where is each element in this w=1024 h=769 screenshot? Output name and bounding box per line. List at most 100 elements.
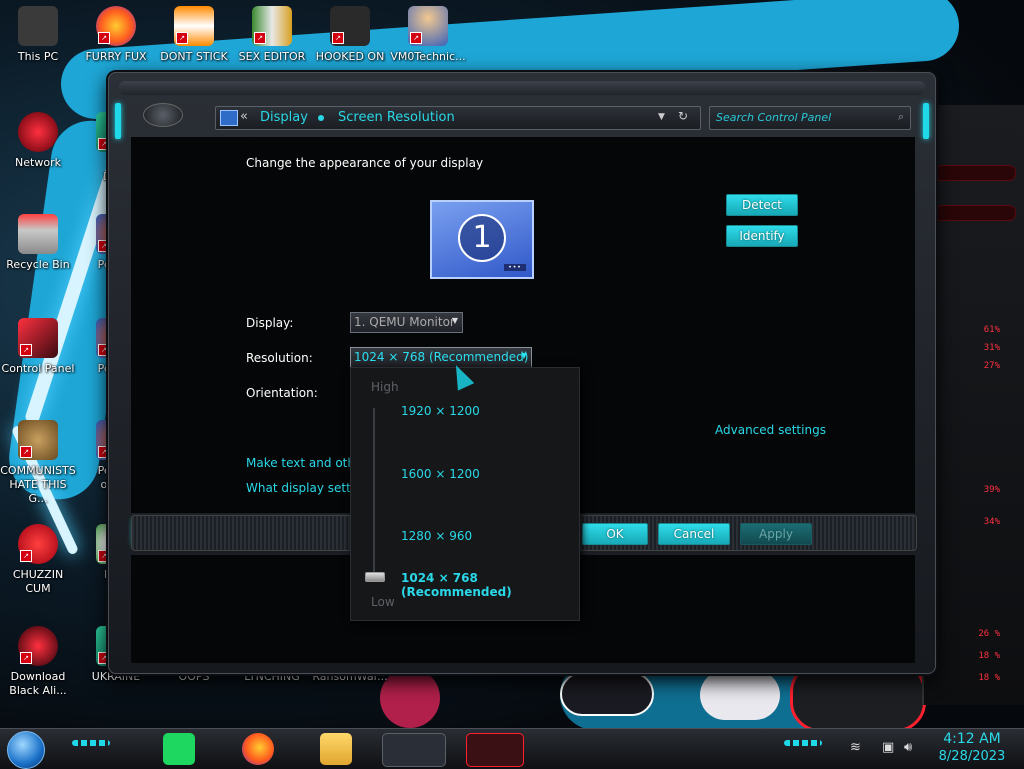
desktop-icon[interactable]: ↗ VM0Technic... [390, 6, 466, 64]
clock-time: 4:12 AM [943, 731, 1001, 747]
identify-button[interactable]: Identify [726, 225, 798, 247]
desktop-icon-label: Download Black Ali... [9, 670, 67, 697]
alien-orb-icon: ↗ [18, 626, 58, 666]
desktop-icon-label: Recycle Bin [6, 258, 70, 271]
window-frame-accent [923, 103, 929, 139]
shortcut-arrow-icon: ↗ [254, 32, 266, 44]
desktop-icon-label: SEX EDITOR [238, 50, 306, 63]
shortcut-arrow-icon: ↗ [98, 32, 110, 44]
gadget-readout: 27% [983, 361, 1000, 371]
volume-icon[interactable]: 🔊︎ [904, 740, 912, 755]
desktop-icon[interactable]: ↗ Control Panel [0, 318, 76, 376]
resolution-option[interactable]: 1280 × 960 [401, 529, 472, 543]
system-monitor-gadget: 61% 31% 27% 39% 34% 26 % 18 % 18 % [922, 105, 1024, 705]
resolution-label: Resolution: [246, 351, 313, 365]
breadcrumb-separator-icon [318, 115, 324, 121]
system-clock[interactable]: 4:12 AM 8/28/2023 [930, 730, 1014, 766]
gadget-bar [934, 165, 1016, 181]
search-icon[interactable]: ⌕ [898, 110, 904, 124]
clock-date: 8/28/2023 [938, 749, 1006, 764]
gadget-readout: 34% [983, 517, 1000, 527]
ok-button[interactable]: OK [582, 523, 648, 545]
wallpaper-figure [380, 668, 440, 728]
desktop-icon-label: DONT STICK [160, 50, 228, 63]
desktop-icon-label: Network [15, 156, 61, 169]
cancel-button[interactable]: Cancel [658, 523, 730, 545]
desktop-icon[interactable]: Network [0, 112, 76, 170]
detect-button[interactable]: Detect [726, 194, 798, 216]
desktop-icon[interactable]: ↗ FURRY FUX [78, 6, 154, 64]
orientation-label: Orientation: [246, 386, 318, 400]
advanced-settings-link[interactable]: Advanced settings [715, 423, 826, 437]
slider-high-label: High [371, 380, 399, 394]
desktop-icon-label: VM0Technic... [390, 50, 466, 63]
desktop-icon[interactable]: ↗ Download Black Ali... [0, 626, 76, 698]
wallpaper-figure [560, 672, 654, 716]
refresh-icon[interactable]: ↻ [678, 109, 688, 123]
slider-low-label: Low [371, 595, 395, 609]
search-placeholder: Search Control Panel [716, 111, 832, 124]
resolution-slider-thumb[interactable] [365, 572, 385, 582]
history-dropdown-icon[interactable]: ▼ [658, 112, 665, 122]
gadget-readout: 18 % [978, 673, 1000, 683]
desktop-icon-label: This PC [17, 50, 59, 63]
resolution-option-selected[interactable]: 1024 × 768 (Recommended) [401, 571, 579, 599]
hxd-editor-icon: ↗ [252, 6, 292, 46]
shortcut-arrow-icon: ↗ [20, 344, 32, 356]
desktop-icon[interactable]: This PC [0, 6, 76, 64]
chuzzle-icon: ↗ [18, 524, 58, 564]
gadget-readout: 61% [983, 325, 1000, 335]
desktop-icon[interactable]: ↗ DONT STICK [156, 6, 232, 64]
money-bag-icon: ↗ [18, 420, 58, 460]
network-icon[interactable]: ▣ [882, 740, 894, 755]
page-title: Change the appearance of your display [246, 156, 484, 170]
network-orb-icon [18, 112, 58, 152]
resolution-select[interactable]: 1024 × 768 (Recommended) ▼ [350, 347, 532, 368]
media-icon[interactable] [466, 733, 524, 767]
shortcut-arrow-icon: ↗ [20, 446, 32, 458]
display-label: Display: [246, 316, 294, 330]
window-title-bar[interactable] [119, 81, 925, 95]
resolution-option[interactable]: 1920 × 1200 [401, 404, 480, 418]
control-panel-taskbar-icon[interactable] [382, 733, 446, 767]
breadcrumb-display[interactable]: Display [260, 110, 308, 125]
breadcrumb-screen-resolution[interactable]: Screen Resolution [338, 110, 455, 125]
firefox-icon[interactable] [242, 733, 274, 765]
desktop-icon[interactable]: ↗ CHUZZIN CUM [0, 524, 76, 596]
desktop-icon[interactable]: Recycle Bin [0, 214, 76, 272]
gadget-readout: 26 % [978, 629, 1000, 639]
gadget-bar [934, 205, 1016, 221]
display-select[interactable]: 1. QEMU Monitor ▼ [350, 312, 463, 333]
resolution-option[interactable]: 1600 × 1200 [401, 467, 480, 481]
computer-icon [18, 6, 58, 46]
doctor-icon: ↗ [408, 6, 448, 46]
desktop-icon[interactable]: ↗ COMMUNISTS HATE THIS G... [0, 420, 76, 506]
notification-icon[interactable]: ≋ [850, 740, 861, 755]
monitor-preview[interactable]: 1 ••• [430, 200, 534, 279]
start-button[interactable] [7, 731, 45, 769]
desktop-icon-label: Control Panel [1, 362, 75, 375]
apply-button[interactable]: Apply [740, 523, 812, 545]
desktop-icon[interactable]: ↗ HOOKED ON [312, 6, 388, 64]
shortcut-arrow-icon: ↗ [20, 550, 32, 562]
resolution-dropdown[interactable]: High 1920 × 1200 1600 × 1200 1280 × 960 … [350, 367, 580, 621]
desktop-icon[interactable]: ↗ SEX EDITOR [234, 6, 310, 64]
gadget-readout: 31% [983, 343, 1000, 353]
desktop-icon-label: CHUZZIN CUM [12, 568, 64, 595]
resolution-slider-track[interactable] [373, 408, 375, 580]
control-panel-icon [220, 110, 238, 126]
window-frame-accent [115, 103, 121, 139]
spotify-icon[interactable] [163, 733, 195, 765]
shortcut-arrow-icon: ↗ [410, 32, 422, 44]
window-emblem-icon [143, 103, 183, 127]
search-input[interactable]: Search Control Panel ⌕ [709, 106, 911, 130]
recycle-bin-icon [18, 214, 58, 254]
taskbar-accent [72, 740, 110, 746]
resolution-select-value: 1024 × 768 (Recommended) [354, 350, 529, 364]
back-chevron-icon[interactable]: « [240, 109, 248, 124]
game-icon: ↗ [330, 6, 370, 46]
chevron-down-icon: ▼ [520, 351, 527, 360]
file-explorer-icon[interactable] [320, 733, 352, 765]
address-bar[interactable]: « Display Screen Resolution ▼ ↻ [215, 106, 701, 130]
shortcut-arrow-icon: ↗ [20, 652, 32, 664]
